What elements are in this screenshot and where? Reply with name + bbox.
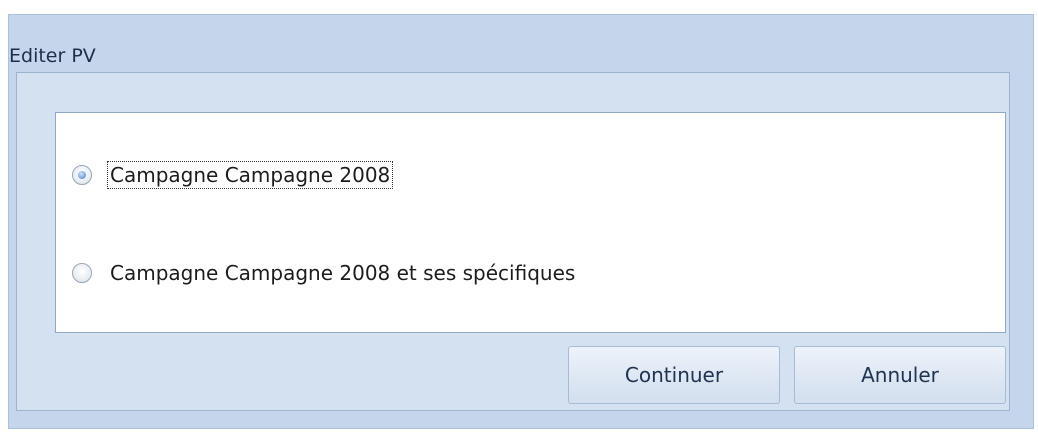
continue-button[interactable]: Continuer: [568, 346, 780, 404]
options-panel: [55, 112, 1006, 333]
radio-button-checked[interactable]: [72, 165, 92, 185]
dialog-title: Editer PV: [9, 45, 96, 67]
radio-button-unchecked[interactable]: [72, 263, 92, 283]
option-label[interactable]: Campagne Campagne 2008 et ses spécifique…: [108, 260, 577, 286]
cancel-button[interactable]: Annuler: [794, 346, 1006, 404]
option-campagne-2008[interactable]: Campagne Campagne 2008: [72, 158, 394, 192]
option-campagne-2008-specifiques[interactable]: Campagne Campagne 2008 et ses spécifique…: [72, 256, 577, 290]
option-label[interactable]: Campagne Campagne 2008: [106, 161, 394, 189]
